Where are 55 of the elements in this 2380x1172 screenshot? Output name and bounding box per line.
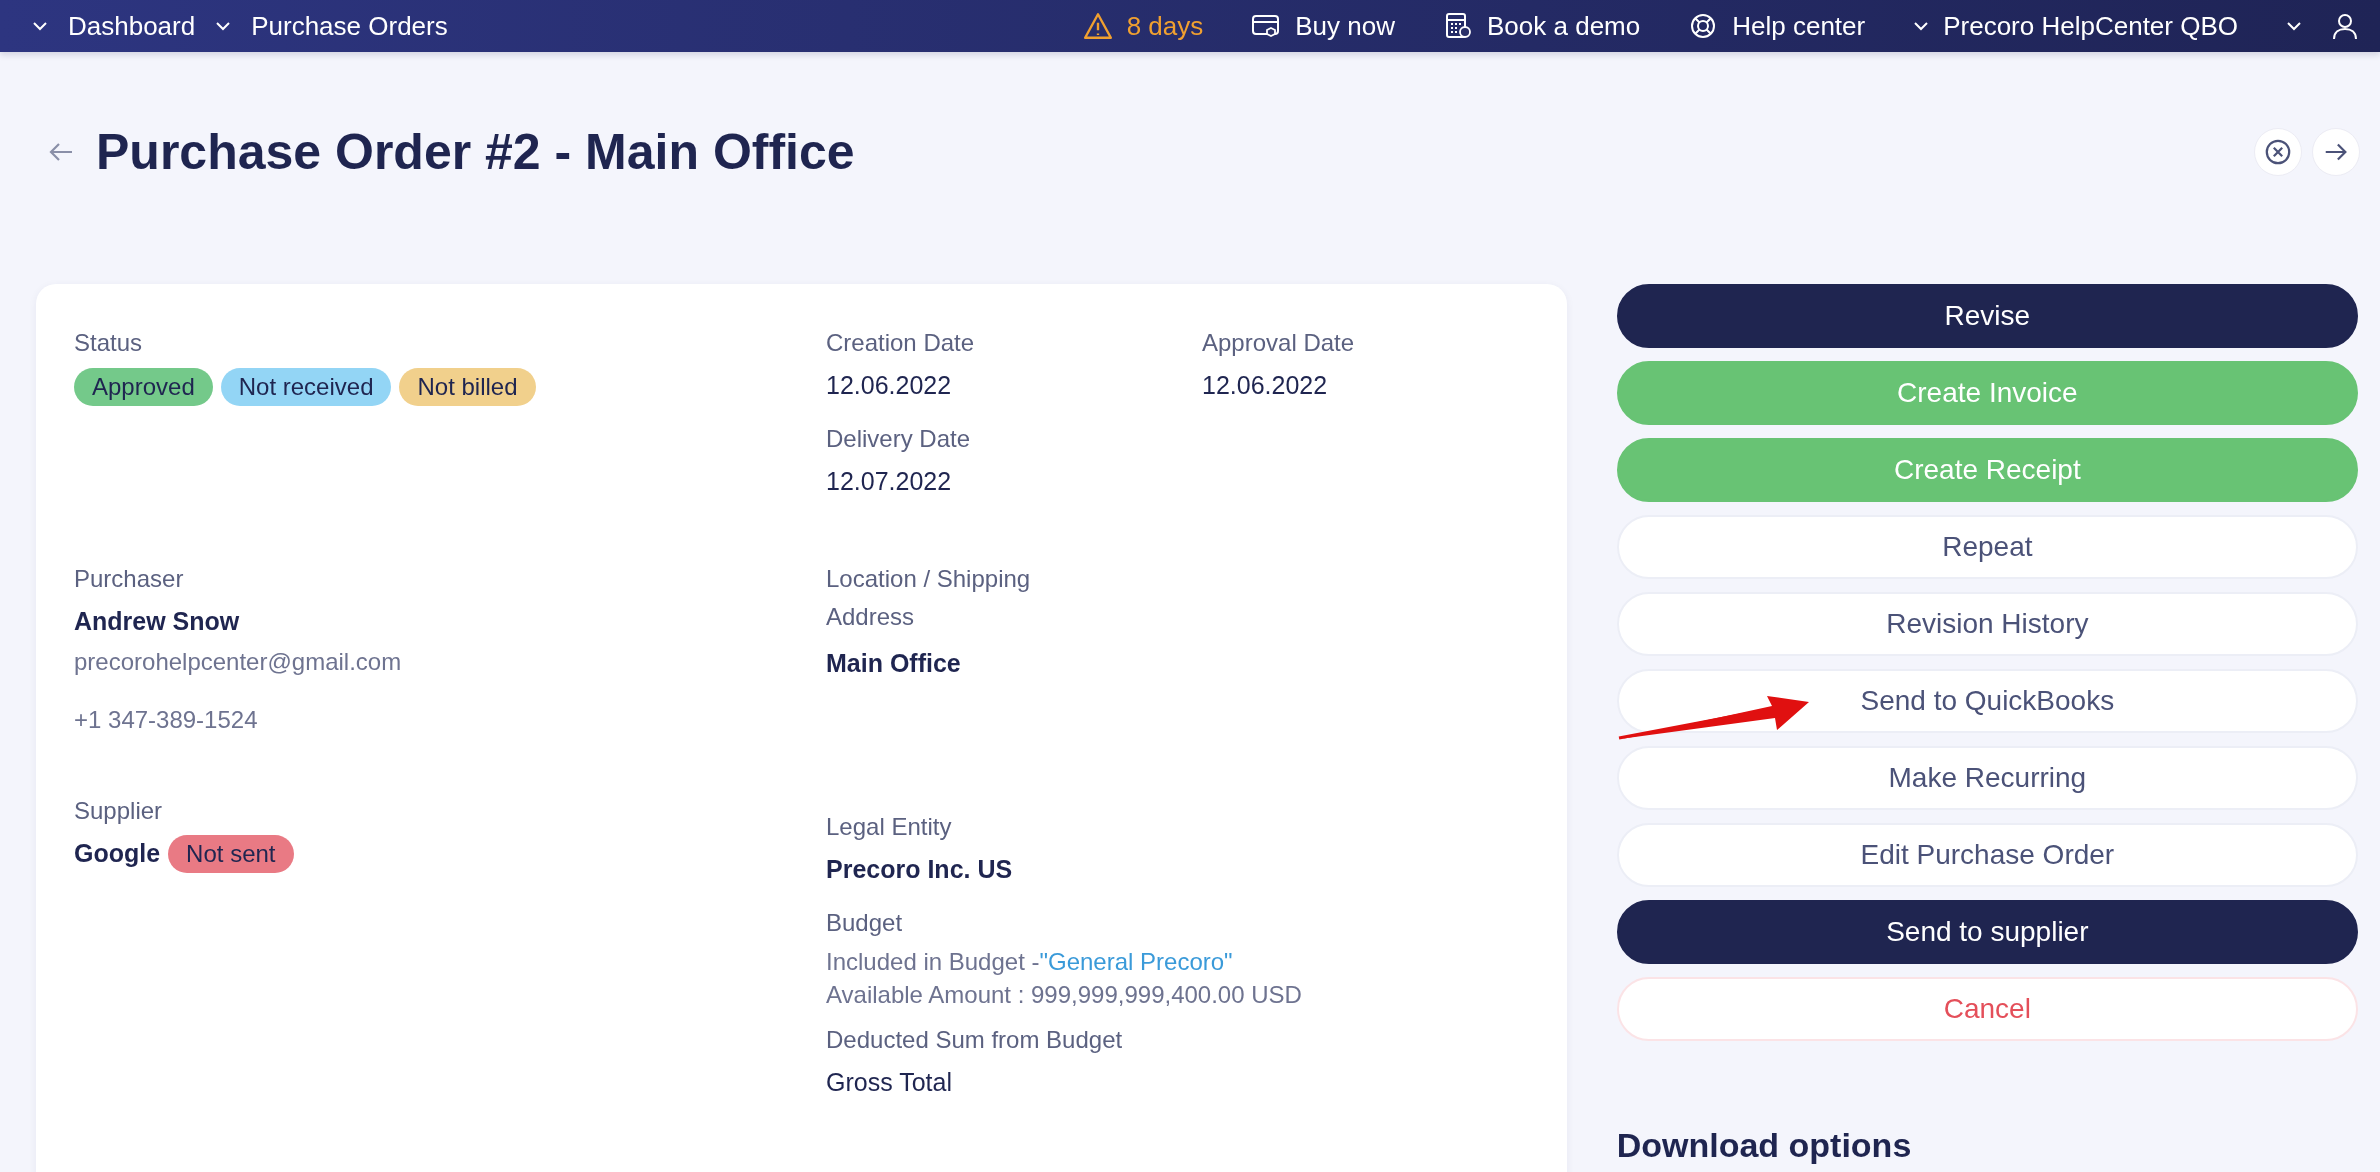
field-label: Approval Date (1202, 328, 1355, 358)
field-label: Location / Shipping Address (826, 564, 1032, 632)
purchaser-email: precorohelpcenter@gmail.com (74, 646, 402, 677)
status-badge: Approved (74, 368, 213, 407)
field-label: Creation Date (826, 328, 975, 358)
field-value: 12.06.2022 (826, 370, 952, 402)
field-value: 12.06.2022 (1202, 370, 1328, 402)
budget-included-text: Included in Budget - (826, 947, 1040, 978)
topbar-link[interactable]: Book a demo (1487, 10, 1641, 42)
action-button[interactable]: Edit Purchase Order (1616, 823, 2358, 887)
field-label: Delivery Date (826, 423, 971, 454)
field-label: Legal Entity (826, 812, 952, 842)
field-label: Deducted Sum from Budget (826, 1025, 1123, 1056)
status-badge: Not billed (399, 368, 536, 407)
account-selector[interactable]: Precoro HelpCenter QBO (1943, 10, 2238, 42)
chevron-down-icon[interactable] (2286, 21, 2302, 31)
close-icon (2264, 138, 2292, 166)
action-button[interactable]: Send to supplier (1616, 900, 2358, 964)
action-button[interactable]: Repeat (1616, 515, 2358, 579)
topbar-link[interactable]: Help center (1732, 10, 1866, 42)
field-label: Purchaser (74, 564, 184, 594)
back-arrow-icon[interactable] (48, 142, 74, 162)
action-button[interactable]: Cancel (1616, 977, 2358, 1041)
purchaser-phone: +1 347-389-1524 (74, 705, 258, 736)
calculator-icon[interactable] (1443, 12, 1473, 40)
legal-entity-value: Precoro Inc. US (826, 854, 1013, 886)
close-button[interactable] (2254, 128, 2302, 176)
credit-card-icon[interactable] (1251, 12, 1282, 40)
topbar-link[interactable]: Buy now (1295, 10, 1395, 42)
section-heading: Download options (1616, 1126, 1913, 1165)
warning-icon (1082, 12, 1113, 40)
action-button[interactable]: Make Recurring (1616, 746, 2358, 810)
location-value: Main Office (826, 648, 961, 679)
page-title: Purchase Order #2 - Main Office (96, 123, 856, 181)
field-value: Gross Total (826, 1067, 952, 1099)
chevron-down-icon[interactable] (1913, 21, 1930, 31)
trial-days-text: 8 days (1126, 10, 1204, 42)
action-button[interactable]: Revise (1616, 284, 2358, 348)
status-badge: Not received (220, 368, 392, 407)
field-label: Supplier (74, 796, 163, 826)
chevron-down-icon[interactable] (215, 21, 232, 31)
user-icon[interactable] (2330, 12, 2360, 40)
available-amount-text: Available Amount : 999,999,999,400.00 USD (826, 979, 1302, 1010)
supplier-name: Google (74, 838, 161, 870)
field-label: Budget (826, 907, 903, 938)
field-value: 12.07.2022 (826, 466, 952, 498)
purchaser-name: Andrew Snow (74, 606, 240, 638)
action-button[interactable]: Revision History (1616, 592, 2358, 656)
breadcrumb-link[interactable]: Dashboard (68, 10, 196, 42)
status-badge: Not sent (168, 835, 294, 874)
action-button[interactable]: Send to QuickBooks (1616, 669, 2358, 733)
field-label: Status (74, 328, 143, 358)
next-button[interactable] (2312, 128, 2360, 176)
chevron-down-icon[interactable] (32, 21, 48, 31)
breadcrumb-link[interactable]: Purchase Orders (251, 10, 448, 42)
